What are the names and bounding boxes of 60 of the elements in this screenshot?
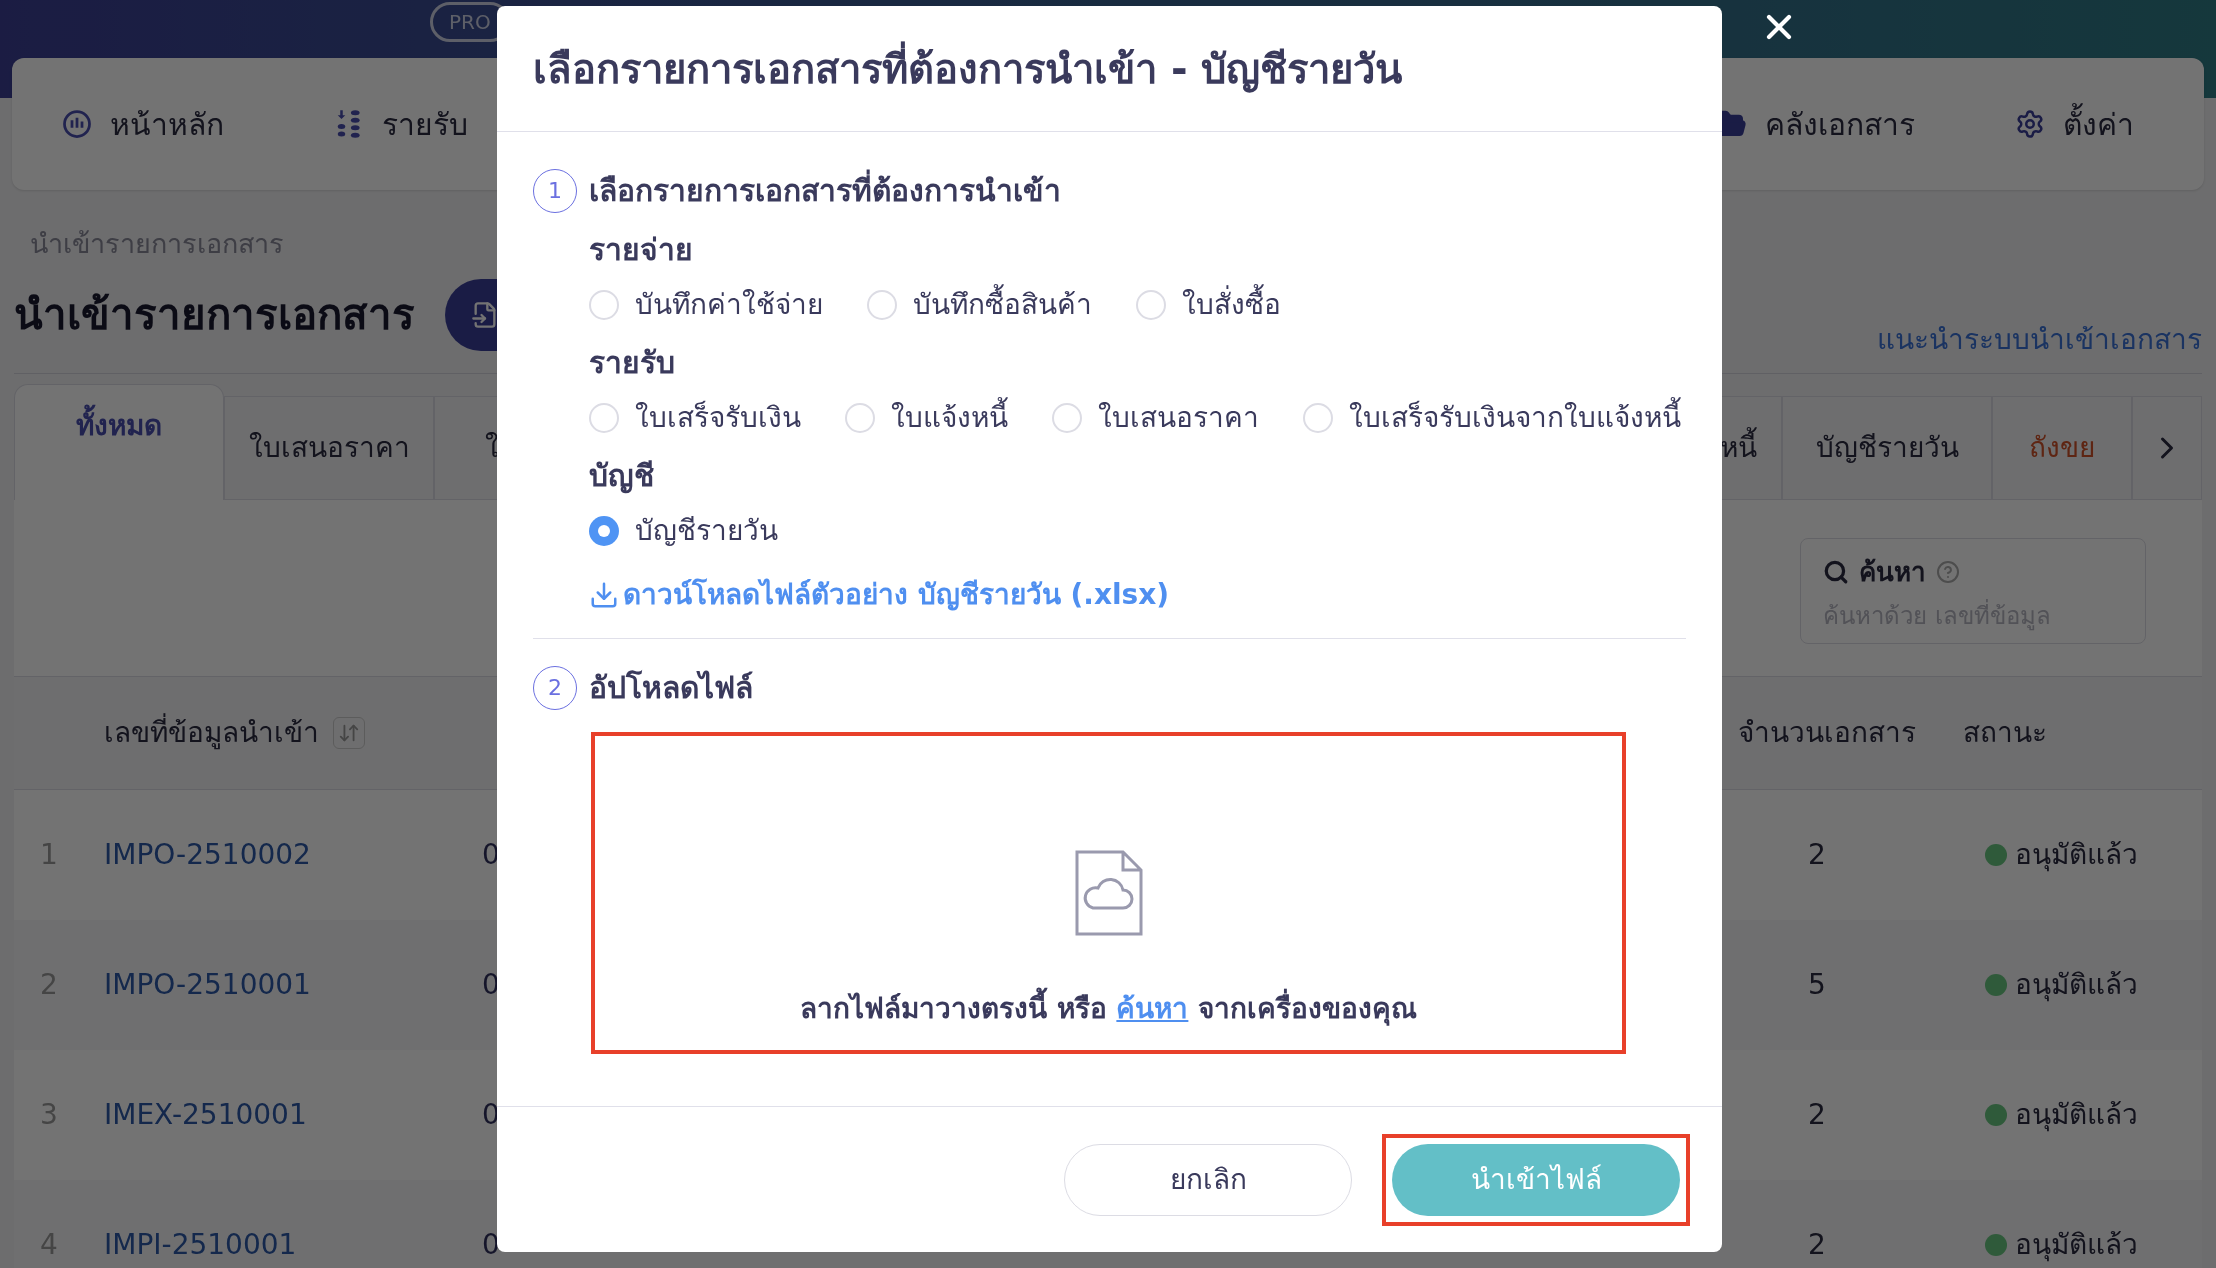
- page-title: นำเข้ารายการเอกสาร: [14, 289, 415, 341]
- import-id-link[interactable]: IMPO-2510002: [104, 833, 482, 876]
- radio-button[interactable]: [589, 290, 619, 320]
- radio-option[interactable]: ใบเสร็จรับเงิน: [589, 397, 801, 439]
- import-id-link[interactable]: IMPI-2510001: [104, 1223, 482, 1266]
- nav-item[interactable]: ตั้งค่า: [2015, 101, 2134, 147]
- radio-option[interactable]: บัญชีรายวัน: [589, 510, 778, 552]
- nav-item[interactable]: รายรับ: [334, 101, 468, 147]
- chart-icon: [62, 109, 92, 139]
- tab[interactable]: บัญชีรายวัน: [1782, 395, 1992, 500]
- help-icon: [1936, 560, 1960, 584]
- column-header: สถานะ: [1963, 714, 2047, 751]
- document-count: 2: [1807, 1226, 1827, 1263]
- tab[interactable]: ถังขย: [1992, 395, 2132, 500]
- guide-link[interactable]: แนะนำระบบนำเข้าเอกสาร: [1877, 318, 2202, 361]
- radio-button[interactable]: [589, 403, 619, 433]
- tab[interactable]: ทั้งหมด: [14, 383, 224, 500]
- sort-icon[interactable]: [333, 716, 365, 749]
- download-sample-link[interactable]: ดาวน์โหลดไฟล์ตัวอย่าง บัญชีรายวัน (.xlsx): [589, 574, 1686, 616]
- column-header: จำนวนเอกสาร: [1738, 714, 1917, 751]
- import-id-link[interactable]: IMPO-2510001: [104, 963, 482, 1006]
- import-id-link[interactable]: IMEX-2510001: [104, 1093, 482, 1136]
- document-count: 5: [1807, 966, 1827, 1003]
- radio-button[interactable]: [1052, 403, 1082, 433]
- search-label: ค้นหา: [1859, 555, 1926, 589]
- radio-button[interactable]: [867, 290, 897, 320]
- settings-icon: [2015, 109, 2045, 139]
- document-count: 2: [1807, 1096, 1827, 1133]
- status-label: อนุมัติแล้ว: [2015, 836, 2138, 874]
- scroll-right-button[interactable]: [2132, 395, 2202, 500]
- radio-button[interactable]: [1303, 403, 1333, 433]
- document-count: 2: [1807, 836, 1827, 873]
- step-title: เลือกรายการเอกสารที่ต้องการนำเข้า: [589, 168, 1061, 213]
- radio-button[interactable]: [1136, 290, 1166, 320]
- radio-option[interactable]: บันทึกค่าใช้จ่าย: [589, 284, 823, 326]
- tab[interactable]: ใบเสนอราคา: [224, 395, 434, 500]
- browse-link[interactable]: ค้นหา: [1116, 992, 1189, 1025]
- table-cell: 0: [482, 1227, 500, 1261]
- group-label: รายจ่าย: [589, 231, 694, 269]
- radio-button[interactable]: [589, 516, 619, 546]
- step-title: อัปโหลดไฟล์: [589, 669, 753, 707]
- radio-option[interactable]: บันทึกซื้อสินค้า: [867, 284, 1092, 326]
- nav-item[interactable]: หน้าหลัก: [62, 101, 224, 147]
- download-icon: [589, 580, 619, 610]
- dialog-title: เลือกรายการเอกสารที่ต้องการนำเข้า - บัญชีรายวัน: [533, 38, 1403, 99]
- group-label: บัญชี: [589, 457, 655, 496]
- radio-option[interactable]: ใบเสนอราคา: [1052, 397, 1259, 439]
- radio-option[interactable]: ใบสั่งซื้อ: [1136, 284, 1281, 326]
- status-label: อนุมัติแล้ว: [2015, 1226, 2138, 1264]
- drop-instructions: ลากไฟล์มาวางตรงนี้ หรือ ค้นหา จากเครื่องของคุณ: [799, 988, 1418, 1030]
- cloud-file-icon: [1074, 850, 1143, 936]
- status-label: อนุมัติแล้ว: [2015, 1096, 2138, 1134]
- group-label: รายรับ: [589, 344, 676, 382]
- radio-option[interactable]: ใบเสร็จรับเงินจากใบแจ้งหนี้: [1303, 397, 1681, 439]
- import-file-button[interactable]: นำเข้าไฟล์: [1392, 1143, 1680, 1216]
- search-icon: [1823, 559, 1849, 585]
- radio-option[interactable]: ใบแจ้งหนี้: [845, 397, 1008, 439]
- radio-button[interactable]: [845, 403, 875, 433]
- status-label: อนุมัติแล้ว: [2015, 966, 2138, 1004]
- file-drop-zone[interactable]: ลากไฟล์มาวางตรงนี้ หรือ ค้นหา จากเครื่องของคุณ: [591, 732, 1626, 1054]
